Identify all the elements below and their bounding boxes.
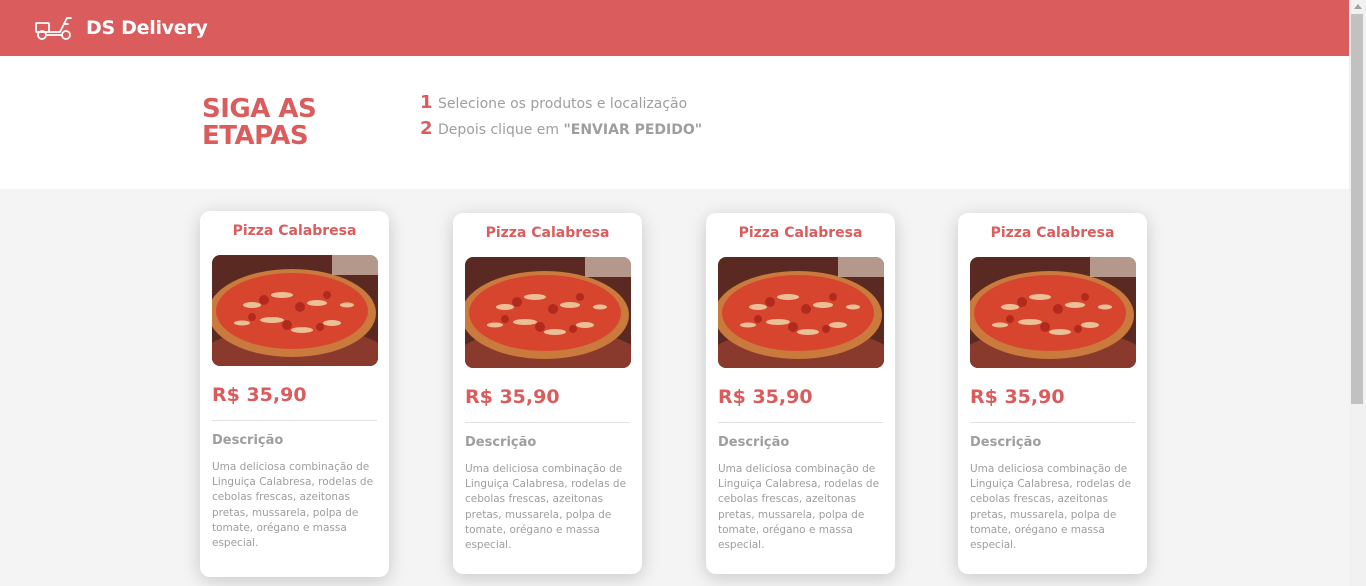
scrollbar-thumb[interactable]: [1351, 14, 1363, 404]
app-title[interactable]: DS Delivery: [86, 17, 208, 39]
divider: [465, 422, 630, 423]
step-number: 2: [420, 118, 433, 139]
product-description: Uma deliciosa combinação de Linguiça Cal…: [212, 461, 374, 550]
scroll-up-arrow-icon[interactable]: [1354, 4, 1362, 9]
product-price: R$ 35,90: [970, 386, 1065, 408]
step-2: 2 Depois clique em "ENVIAR PEDIDO": [420, 118, 702, 139]
product-description: Uma deliciosa combinação de Linguiça Cal…: [465, 463, 627, 552]
vertical-scrollbar[interactable]: [1349, 0, 1366, 586]
description-label: Descrição: [970, 435, 1042, 450]
product-name: Pizza Calabresa: [232, 223, 357, 239]
product-name: Pizza Calabresa: [990, 225, 1115, 241]
step-1: 1 Selecione os produtos e localização: [420, 92, 687, 113]
step-number: 1: [420, 92, 433, 113]
product-card[interactable]: Pizza Calabresa R$ 35,90 Descrição Uma d…: [706, 213, 895, 574]
product-price: R$ 35,90: [212, 384, 307, 406]
navbar: DS Delivery: [0, 0, 1349, 56]
pizza-image: [465, 257, 631, 368]
step-text: Selecione os produtos e localização: [438, 96, 688, 112]
product-name: Pizza Calabresa: [485, 225, 610, 241]
pizza-image: [970, 257, 1136, 368]
product-price: R$ 35,90: [718, 386, 813, 408]
product-description: Uma deliciosa combinação de Linguiça Cal…: [718, 463, 880, 552]
step-text: Depois clique em "ENVIAR PEDIDO": [438, 122, 703, 138]
description-label: Descrição: [465, 435, 537, 450]
product-card[interactable]: Pizza Calabresa R$ 35,90 Descrição Uma d…: [453, 213, 642, 574]
divider: [970, 422, 1135, 423]
steps-title: SIGA AS ETAPAS: [202, 94, 317, 151]
product-price: R$ 35,90: [465, 386, 560, 408]
product-name: Pizza Calabresa: [738, 225, 863, 241]
scooter-icon[interactable]: [34, 15, 74, 41]
description-label: Descrição: [718, 435, 790, 450]
product-description: Uma deliciosa combinação de Linguiça Cal…: [970, 463, 1132, 552]
divider: [718, 422, 883, 423]
description-label: Descrição: [212, 433, 284, 448]
product-card[interactable]: Pizza Calabresa R$ 35,90 Descrição Uma d…: [958, 213, 1147, 574]
product-card[interactable]: Pizza Calabresa R$ 35,90 Descrição Uma d…: [200, 211, 389, 577]
pizza-image: [718, 257, 884, 368]
pizza-image: [212, 255, 378, 366]
steps-section: SIGA AS ETAPAS 1 Selecione os produtos e…: [0, 56, 1349, 189]
divider: [212, 420, 377, 421]
